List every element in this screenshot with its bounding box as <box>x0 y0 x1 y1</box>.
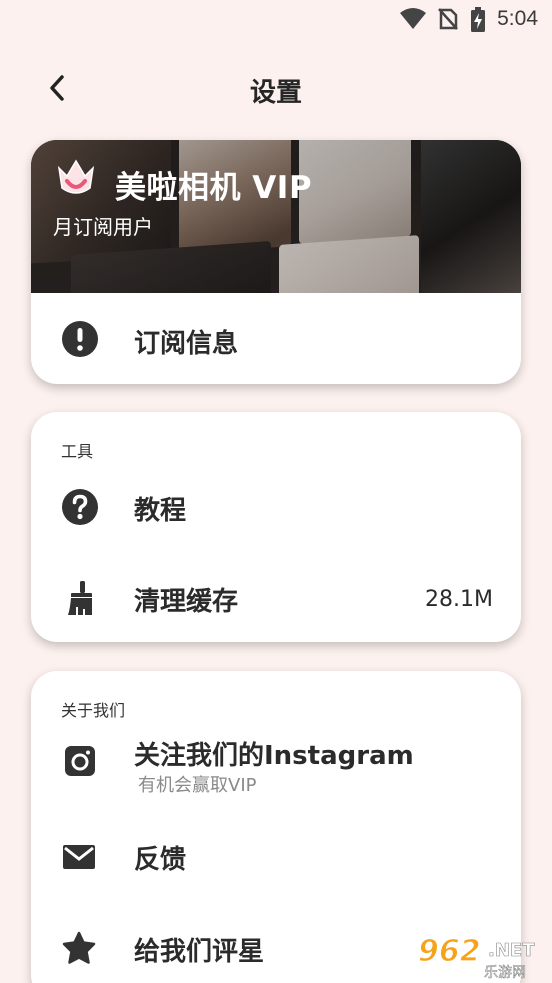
tutorial-label: 教程 <box>134 496 187 526</box>
cache-size-value: 28.1M <box>425 587 493 612</box>
tutorial-row[interactable]: 教程 <box>31 467 521 547</box>
clear-cache-row[interactable]: 清理缓存 28.1M <box>31 557 521 637</box>
instagram-row[interactable]: 关注我们的Instagram 有机会赢取VIP <box>31 729 521 809</box>
no-sim-icon <box>438 8 458 30</box>
about-section-label: 关于我们 <box>61 701 126 720</box>
page-title: 设置 <box>249 78 302 108</box>
mail-icon <box>63 845 95 869</box>
instagram-sublabel: 有机会赢取VIP <box>138 775 257 796</box>
broom-icon <box>68 581 92 615</box>
svg-text:乐游网: 乐游网 <box>484 965 526 981</box>
vip-title: 美啦相机 VIP <box>115 170 313 206</box>
vip-card: 美啦相机 VIP 月订阅用户 订阅信息 <box>31 140 521 384</box>
subscription-info-label: 订阅信息 <box>134 329 239 359</box>
feedback-row[interactable]: 反馈 <box>31 819 521 899</box>
tools-section-label: 工具 <box>61 442 94 461</box>
wifi-icon <box>400 8 426 29</box>
status-time: 5:04 <box>497 7 538 30</box>
watermark-logo: 962 .NET 乐游网 <box>417 933 535 981</box>
question-circle-icon <box>62 489 98 525</box>
subscription-info-row[interactable]: 订阅信息 <box>31 293 521 384</box>
clear-cache-label: 清理缓存 <box>134 587 239 617</box>
star-icon <box>62 931 96 964</box>
crown-logo-icon <box>57 159 95 194</box>
svg-text:962: 962 <box>418 934 481 969</box>
exclamation-circle-icon <box>62 321 98 357</box>
instagram-label: 关注我们的Instagram <box>134 741 414 771</box>
battery-charging-icon <box>471 7 485 32</box>
feedback-label: 反馈 <box>134 845 187 875</box>
tools-card: 工具 教程 清理缓存 28.1M <box>31 412 521 642</box>
rate-us-label: 给我们评星 <box>134 937 265 967</box>
instagram-icon <box>65 746 95 776</box>
vip-banner[interactable]: 美啦相机 VIP 月订阅用户 <box>31 140 521 293</box>
vip-subtitle: 月订阅用户 <box>53 215 153 239</box>
status-bar: 5:04 <box>0 0 552 40</box>
svg-text:.NET: .NET <box>488 940 535 961</box>
